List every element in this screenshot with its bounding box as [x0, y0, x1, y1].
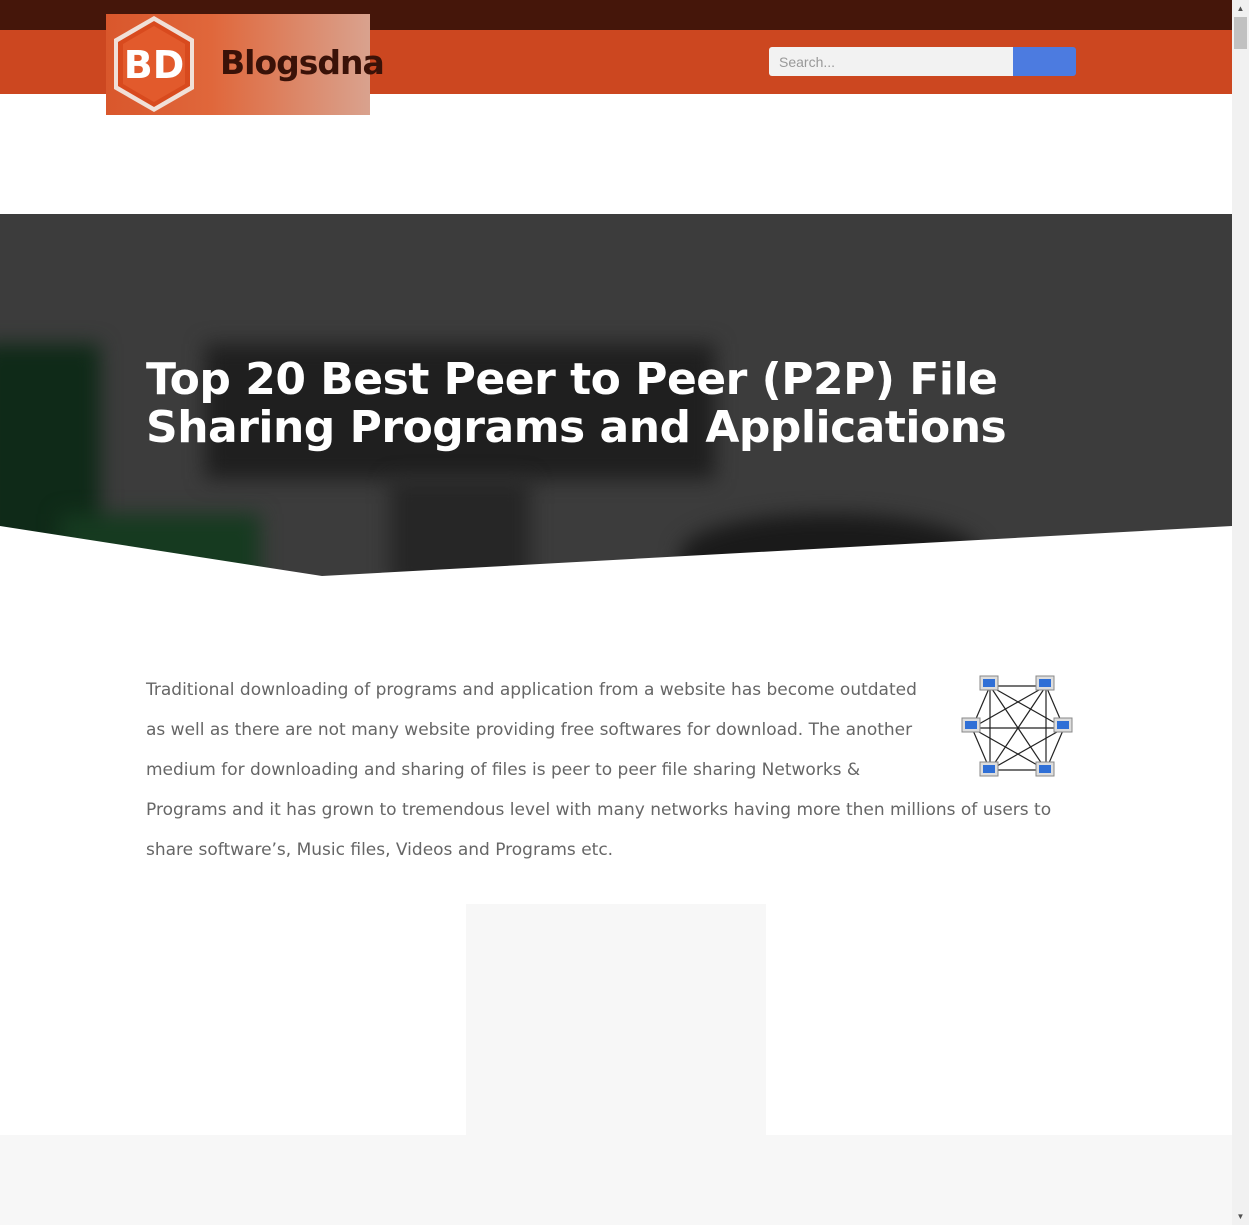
scroll-down-arrow-icon[interactable]: ▼ [1232, 1208, 1249, 1225]
article-body: Traditional downloading of programs and … [146, 670, 1076, 870]
article-intro-paragraph: Traditional downloading of programs and … [146, 680, 1052, 860]
scroll-up-arrow-icon[interactable]: ▲ [1232, 0, 1249, 17]
logo-mark: BD [124, 43, 185, 87]
p2p-network-icon [961, 675, 1073, 777]
logo-hexagon-icon: BD [114, 16, 194, 112]
site-logo[interactable]: BD Blogsdna [106, 14, 385, 115]
page-scrollbar[interactable]: ▲ ▼ [1232, 0, 1249, 1225]
hero-banner: Top 20 Best Peer to Peer (P2P) File Shar… [0, 214, 1232, 576]
hero-angled-divider [0, 526, 1232, 576]
search-button[interactable] [1013, 47, 1076, 76]
logo-text: Blogsdna [220, 43, 385, 82]
footer-area [0, 1135, 1232, 1225]
ad-placeholder [466, 904, 766, 1135]
search-input[interactable] [769, 47, 1013, 76]
scroll-thumb[interactable] [1234, 17, 1247, 49]
